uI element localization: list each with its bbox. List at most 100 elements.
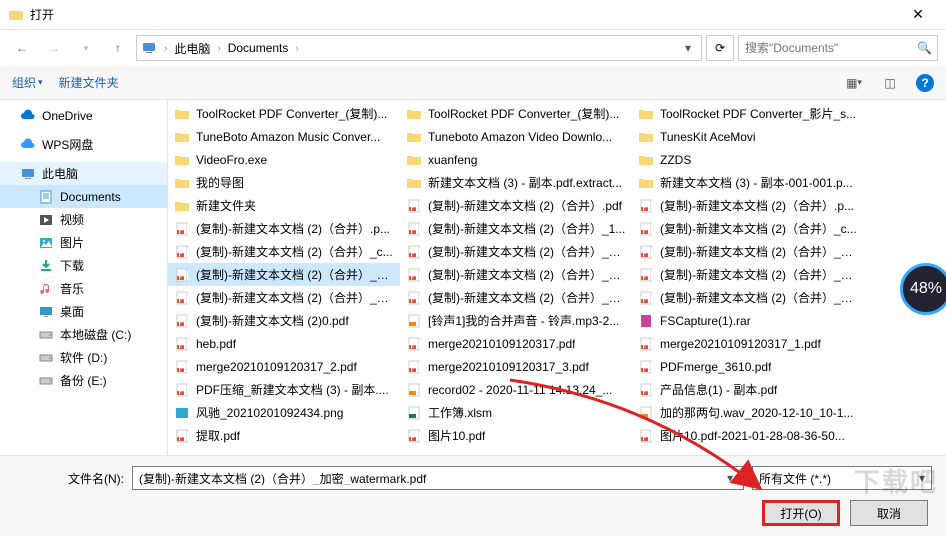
view-options[interactable]: ▦ ▾ xyxy=(844,75,864,91)
close-button[interactable]: ✕ xyxy=(898,6,938,23)
new-folder-button[interactable]: 新建文件夹 xyxy=(59,74,119,91)
organize-menu[interactable]: 组织 ▾ xyxy=(12,74,43,91)
file-item[interactable]: TuneBoto Amazon Music Conver... xyxy=(168,125,400,148)
help-button[interactable]: ? xyxy=(916,74,934,92)
sidebar-item-2[interactable]: 此电脑 xyxy=(0,162,167,185)
file-item[interactable]: record02 - 2020-11-11 14.13.24_... xyxy=(400,378,632,401)
file-item[interactable]: PDF(复制)-新建文本文档 (2)（合并）_加... xyxy=(632,263,864,286)
file-item[interactable]: PDFmerge20210109120317.pdf xyxy=(400,332,632,355)
pdf-icon: PDF xyxy=(638,221,654,237)
folder-icon xyxy=(406,175,422,191)
file-item[interactable]: 工作簿.xlsm xyxy=(400,401,632,424)
file-item[interactable]: ToolRocket PDF Converter_(复制)... xyxy=(400,102,632,125)
file-item[interactable]: xuanfeng xyxy=(400,148,632,171)
chevron-down-icon[interactable]: ▾ xyxy=(919,471,925,485)
download-icon xyxy=(38,258,54,274)
recent-dropdown[interactable]: ▾ xyxy=(72,34,100,62)
sidebar-item-9[interactable]: 本地磁盘 (C:) xyxy=(0,323,167,346)
file-item[interactable]: PDF图片10.pdf xyxy=(400,424,632,447)
file-item[interactable]: PDF(复制)-新建文本文档 (2)（合并）_已... xyxy=(632,286,864,309)
forward-button[interactable]: → xyxy=(40,34,68,62)
filename-combobox[interactable]: ▾ xyxy=(132,466,744,490)
sidebar-item-5[interactable]: 图片 xyxy=(0,231,167,254)
file-item[interactable]: PDF(复制)-新建文本文档 (2)（合并）_加... xyxy=(400,263,632,286)
file-item[interactable]: PDF图片10.pdf-2021-01-28-08-36-50... xyxy=(632,424,864,447)
cancel-button[interactable]: 取消 xyxy=(850,500,928,526)
filter-combobox[interactable]: 所有文件 (*.*) ▾ xyxy=(752,466,932,490)
crumb-documents[interactable]: Documents xyxy=(226,41,291,55)
file-item[interactable]: PDF(复制)-新建文本文档 (2)（合并）_加... xyxy=(632,240,864,263)
file-item[interactable]: PDFPDF压缩_新建文本文档 (3) - 副本.... xyxy=(168,378,400,401)
file-item[interactable]: PDF(复制)-新建文本文档 (2)（合并）.p... xyxy=(168,217,400,240)
sidebar-item-0[interactable]: OneDrive xyxy=(0,104,167,127)
pdf-icon: PDF xyxy=(406,267,422,283)
file-item[interactable]: ZZDS xyxy=(632,148,864,171)
file-item[interactable]: PDF(复制)-新建文本文档 (2)（合并）.pdf xyxy=(400,194,632,217)
mp3-icon xyxy=(406,382,422,398)
file-item[interactable]: 风驰_20210201092434.png xyxy=(168,401,400,424)
sidebar-item-8[interactable]: 桌面 xyxy=(0,300,167,323)
file-item[interactable]: PDF(复制)-新建文本文档 (2)（合并）_已... xyxy=(400,286,632,309)
sidebar-item-6[interactable]: 下载 xyxy=(0,254,167,277)
pdf-icon: PDF xyxy=(174,359,190,375)
pdf-icon: PDF xyxy=(174,428,190,444)
breadcrumb-expand[interactable]: ▾ xyxy=(679,41,697,55)
file-item[interactable]: PDFPDFmerge_3610.pdf xyxy=(632,355,864,378)
file-item[interactable]: 加的那两句.wav_2020-12-10_10-1... xyxy=(632,401,864,424)
file-item[interactable]: 新建文本文档 (3) - 副本.pdf.extract... xyxy=(400,171,632,194)
breadcrumb[interactable]: › 此电脑 › Documents › ▾ xyxy=(136,35,702,61)
pc-icon xyxy=(20,166,36,182)
file-item[interactable]: PDF(复制)-新建文本文档 (2)0.pdf xyxy=(168,309,400,332)
file-item[interactable]: ToolRocket PDF Converter_(复制)... xyxy=(168,102,400,125)
file-item[interactable]: 新建文件夹 xyxy=(168,194,400,217)
file-item[interactable]: PDF(复制)-新建文本文档 (2)（合并）_1... xyxy=(400,217,632,240)
chevron-down-icon[interactable]: ▾ xyxy=(723,471,737,485)
filename-input[interactable] xyxy=(139,471,723,485)
back-button[interactable]: ← xyxy=(8,34,36,62)
file-item[interactable]: PDF merge20210109120317_1.pdf xyxy=(632,332,864,355)
file-item[interactable]: 新建文本文档 (3) - 副本-001-001.p... xyxy=(632,171,864,194)
file-item[interactable]: PDF(复制)-新建文本文档 (2)（合并）_c... xyxy=(632,217,864,240)
search-input[interactable] xyxy=(745,41,917,55)
preview-pane[interactable]: ◫ xyxy=(880,75,900,91)
file-item[interactable]: PDFmerge20210109120317_3.pdf xyxy=(400,355,632,378)
file-name: record02 - 2020-11-11 14.13.24_... xyxy=(428,383,612,397)
disk-icon xyxy=(38,327,54,343)
file-name: (复制)-新建文本文档 (2)（合并）_加... xyxy=(660,266,858,283)
file-item[interactable]: 我的导图 xyxy=(168,171,400,194)
file-item[interactable]: Tuneboto Amazon Video Downlo... xyxy=(400,125,632,148)
svg-text:PDF: PDF xyxy=(642,337,654,351)
sidebar-item-1[interactable]: WPS网盘 xyxy=(0,133,167,156)
file-item[interactable]: TunesKit AceMovi xyxy=(632,125,864,148)
sidebar-item-10[interactable]: 软件 (D:) xyxy=(0,346,167,369)
file-item[interactable]: PDF产品信息(1) - 副本.pdf xyxy=(632,378,864,401)
file-name: merge20210109120317_1.pdf xyxy=(660,337,821,351)
crumb-pc[interactable]: 此电脑 xyxy=(172,40,212,57)
open-button[interactable]: 打开(O) xyxy=(762,500,840,526)
file-item[interactable]: PDF(复制)-新建文本文档 (2)（合并）_加... xyxy=(168,263,400,286)
pdf-icon: PDF xyxy=(406,359,422,375)
search-box[interactable]: 🔍 xyxy=(738,35,938,61)
up-button[interactable]: ↑ xyxy=(104,34,132,62)
file-item[interactable]: PDFmerge20210109120317_2.pdf xyxy=(168,355,400,378)
file-item[interactable]: FSCapture(1).rar xyxy=(632,309,864,332)
file-name: PDFmerge_3610.pdf xyxy=(660,360,771,374)
sidebar-item-4[interactable]: 视频 xyxy=(0,208,167,231)
file-item[interactable]: [铃声1]我的合并声音 - 铃声.mp3-2... xyxy=(400,309,632,332)
file-item[interactable]: PDF(复制)-新建文本文档 (2)（合并）_加... xyxy=(400,240,632,263)
file-item[interactable]: PDF(复制)-新建文本文档 (2)（合并）.p... xyxy=(632,194,864,217)
file-item[interactable]: PDFheb.pdf xyxy=(168,332,400,355)
sidebar-item-3[interactable]: Documents xyxy=(0,185,167,208)
refresh-button[interactable]: ⟳ xyxy=(706,35,734,61)
file-item[interactable]: ToolRocket PDF Converter_影片_s... xyxy=(632,102,864,125)
file-item[interactable]: PDF(复制)-新建文本文档 (2)（合并）_已... xyxy=(168,286,400,309)
sidebar-item-11[interactable]: 备份 (E:) xyxy=(0,369,167,392)
titlebar: 打开 ✕ xyxy=(0,0,946,30)
file-item[interactable]: PDF提取.pdf xyxy=(168,424,400,447)
progress-badge: 48% xyxy=(900,263,946,315)
sidebar-item-label: 图片 xyxy=(60,234,84,251)
search-icon[interactable]: 🔍 xyxy=(917,41,931,55)
file-item[interactable]: VideoFro.exe xyxy=(168,148,400,171)
file-item[interactable]: PDF(复制)-新建文本文档 (2)（合并）_c... xyxy=(168,240,400,263)
sidebar-item-7[interactable]: 音乐 xyxy=(0,277,167,300)
